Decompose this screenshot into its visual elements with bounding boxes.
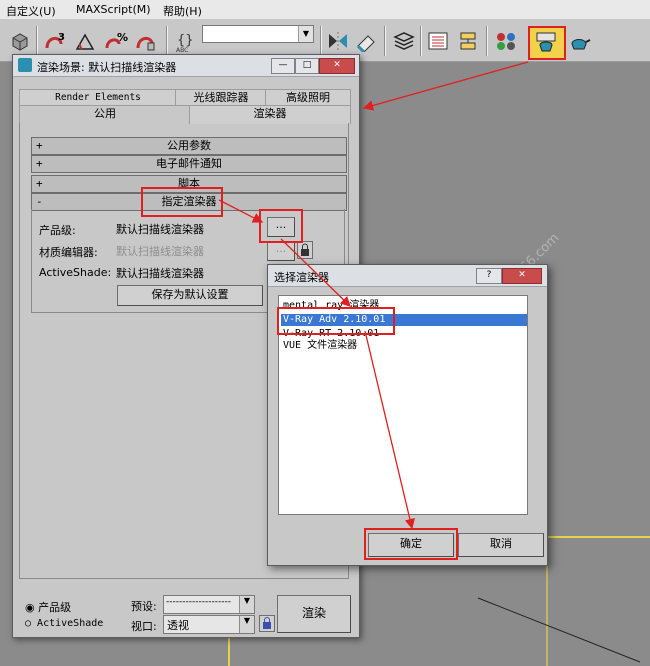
material-editor-icon[interactable]	[492, 28, 520, 54]
production-label: 产品级:	[39, 224, 76, 237]
rollout-common-parameters[interactable]: + 公用参数	[31, 137, 347, 155]
named-selection-dropdown[interactable]: ▼	[202, 25, 314, 43]
snap-3d-icon[interactable]: 3	[42, 28, 70, 54]
close-button[interactable]: ✕	[319, 58, 355, 74]
quick-render-icon[interactable]	[566, 28, 594, 54]
render-setup-icon[interactable]	[528, 26, 566, 60]
svg-text:{}: {}	[177, 33, 194, 48]
radio-activeshade[interactable]: ○ ActiveShade	[25, 618, 103, 629]
layer-manager-icon[interactable]	[390, 28, 418, 54]
menu-customize[interactable]: 自定义(U)	[6, 3, 56, 19]
mirror-icon[interactable]	[324, 28, 352, 54]
chevron-down-icon: ▼	[239, 596, 254, 613]
help-button[interactable]: ?	[476, 268, 502, 284]
menu-help[interactable]: 帮助(H)	[163, 3, 202, 19]
preset-dropdown[interactable]: -------------------- ▼	[163, 595, 255, 614]
schematic-view-icon[interactable]	[454, 28, 482, 54]
preset-label: 预设:	[131, 600, 157, 613]
material-editor-label: 材质编辑器:	[39, 246, 98, 259]
dialog-title-bar[interactable]: 渲染场景: 默认扫描线渲染器 — □ ✕	[13, 55, 359, 77]
dialog-title: 选择渲染器	[274, 271, 329, 284]
dialog-title-bar[interactable]: 选择渲染器 ? ✕	[268, 265, 547, 287]
svg-text:3: 3	[58, 32, 65, 43]
material-editor-renderer-field: 默认扫描线渲染器	[116, 243, 260, 259]
production-renderer-field: 默认扫描线渲染器	[116, 221, 260, 237]
menu-bar: 自定义(U) MAXScript(M) 帮助(H)	[0, 0, 650, 20]
chevron-down-icon: ▼	[239, 616, 254, 633]
tab-renderer[interactable]: 渲染器	[189, 105, 351, 124]
render-button[interactable]: 渲染	[277, 595, 351, 633]
activeshade-label: ActiveShade:	[39, 266, 112, 279]
radio-production[interactable]: ◉ 产品级	[25, 599, 71, 615]
tab-common[interactable]: 公用	[19, 105, 191, 124]
annotation-box	[259, 209, 303, 243]
dialog-title: 渲染场景: 默认扫描线渲染器	[37, 61, 177, 74]
material-editor-browse-button[interactable]: ...	[267, 241, 295, 261]
lock-icon[interactable]	[259, 615, 275, 632]
svg-text:%: %	[117, 31, 128, 44]
activeshade-renderer-field: 默认扫描线渲染器	[116, 265, 260, 281]
annotation-box	[277, 307, 395, 335]
tab-advanced-lighting[interactable]: 高级照明	[265, 89, 351, 106]
spinner-snap-icon[interactable]	[132, 28, 160, 54]
save-as-default-button[interactable]: 保存为默认设置	[117, 285, 263, 306]
link-icon[interactable]	[6, 28, 34, 54]
lock-icon[interactable]	[297, 241, 313, 259]
percent-snap-icon[interactable]: %	[102, 28, 130, 54]
edit-named-selection-icon[interactable]: {} ABC	[172, 28, 200, 54]
close-button[interactable]: ✕	[502, 268, 542, 284]
tab-raytracer[interactable]: 光线跟踪器	[175, 89, 267, 106]
rollout-email-notification[interactable]: + 电子邮件通知	[31, 155, 347, 173]
align-icon[interactable]	[352, 28, 380, 54]
grid-line	[477, 597, 641, 663]
viewport-label: 视口:	[131, 620, 157, 633]
cancel-button[interactable]: 取消	[458, 533, 544, 557]
maximize-button[interactable]: □	[295, 58, 319, 74]
minimize-button[interactable]: —	[271, 58, 295, 74]
svg-text:ABC: ABC	[176, 47, 188, 53]
app-icon	[18, 58, 32, 72]
viewport-dropdown[interactable]: 透视 ▼	[163, 615, 255, 634]
menu-maxscript[interactable]: MAXScript(M)	[76, 3, 151, 16]
tab-render-elements[interactable]: Render Elements	[19, 89, 177, 106]
track-view-icon[interactable]	[424, 28, 452, 54]
annotation-box	[141, 187, 223, 217]
chevron-down-icon: ▼	[298, 26, 313, 42]
annotation-box	[364, 528, 458, 560]
list-item[interactable]: VUE 文件渲染器	[283, 340, 523, 352]
angle-snap-icon[interactable]	[72, 28, 100, 54]
